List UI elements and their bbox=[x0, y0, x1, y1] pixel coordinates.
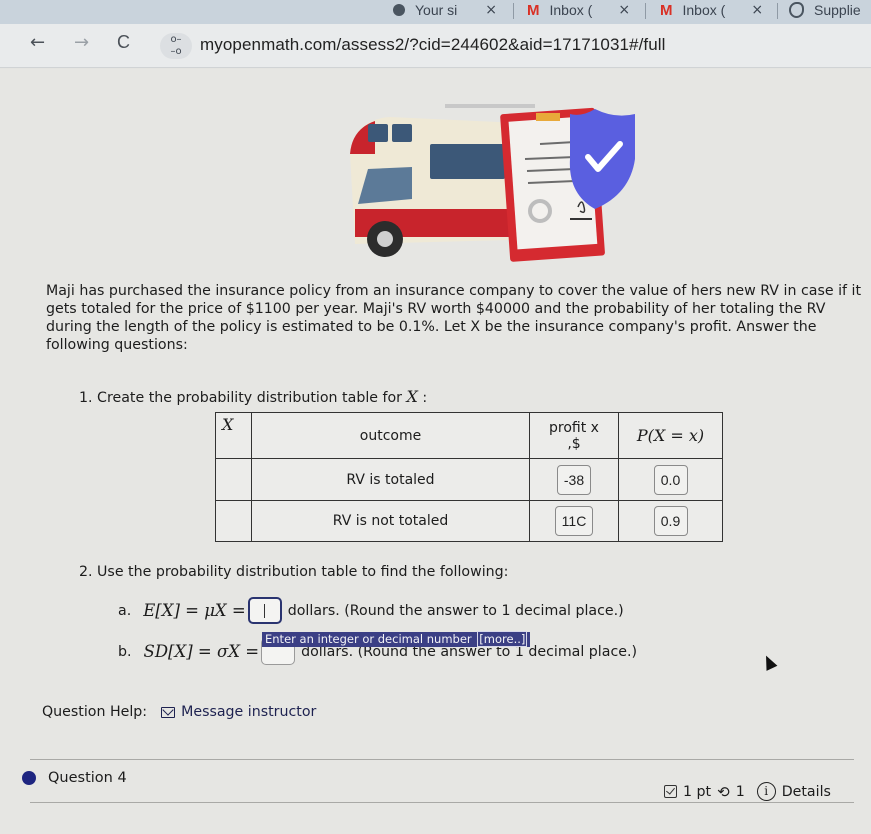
input-hint-tooltip: Enter an integer or decimal number [more… bbox=[262, 631, 531, 647]
std-dev-formula: SD[X] = σX = bbox=[143, 642, 260, 661]
close-icon[interactable]: × bbox=[751, 2, 763, 18]
points-label: 1 pt bbox=[683, 783, 712, 800]
divider bbox=[30, 802, 854, 803]
rv-window bbox=[392, 124, 412, 142]
tab-title: Your si bbox=[415, 2, 458, 18]
shield-icon bbox=[569, 109, 635, 209]
cell-outcome: RV is not totaled bbox=[251, 500, 530, 542]
browser-tab[interactable]: M Inbox ( × bbox=[660, 0, 763, 20]
expected-value-input[interactable] bbox=[247, 597, 282, 624]
info-icon[interactable]: i bbox=[756, 782, 776, 801]
close-icon[interactable]: × bbox=[618, 2, 630, 18]
cell-x bbox=[215, 500, 252, 542]
url-field[interactable]: myopenmath.com/assess2/?cid=244602&aid=1… bbox=[200, 35, 666, 55]
reload-button[interactable]: C bbox=[117, 32, 130, 53]
clipboard-clip bbox=[536, 113, 560, 121]
browser-tab[interactable]: Supplie bbox=[789, 0, 861, 20]
part2a-prefix: a. bbox=[118, 602, 132, 619]
browser-tab[interactable]: M Inbox ( × bbox=[527, 0, 630, 20]
rv-hub bbox=[377, 231, 393, 247]
divider bbox=[30, 759, 854, 760]
rv-insurance-illustration bbox=[350, 104, 635, 262]
attempts-label: 1 bbox=[735, 783, 745, 800]
header-profit-label: profit x bbox=[549, 419, 599, 436]
rv-window bbox=[368, 124, 388, 142]
problem-statement: Maji has purchased the insurance policy … bbox=[46, 283, 862, 353]
back-button[interactable]: ← bbox=[30, 32, 45, 53]
header-outcome: outcome bbox=[251, 412, 530, 459]
tab-title: Supplie bbox=[814, 2, 861, 18]
details-link[interactable]: Details bbox=[782, 784, 831, 800]
checkbox-icon bbox=[664, 785, 677, 798]
header-probability: P(X = x) bbox=[618, 412, 723, 459]
tab-separator bbox=[777, 3, 778, 19]
browser-tab[interactable]: Your si × bbox=[393, 0, 497, 20]
part1-text: 1. Create the probability distribution t… bbox=[79, 390, 403, 406]
part2b-prefix: b. bbox=[118, 643, 132, 660]
assessment-page: Maji has purchased the insurance policy … bbox=[0, 69, 871, 834]
tab-separator bbox=[513, 3, 514, 19]
part1-variable: X bbox=[406, 387, 418, 406]
mouse-cursor-icon bbox=[760, 653, 778, 671]
question-4-header[interactable]: Question 4 bbox=[22, 770, 127, 786]
tab-title: Inbox ( bbox=[549, 2, 593, 18]
header-profit: profit x ,$ bbox=[529, 412, 619, 459]
cell-x bbox=[215, 458, 252, 501]
tab-title: Inbox ( bbox=[682, 2, 726, 18]
question-4-title: Question 4 bbox=[48, 770, 127, 786]
tooltip-text: Enter an integer or decimal number bbox=[265, 632, 472, 646]
message-instructor-link[interactable]: Message instructor bbox=[181, 704, 316, 720]
mail-icon bbox=[161, 706, 176, 718]
tooltip-more-link[interactable]: [more..] bbox=[477, 631, 528, 647]
close-icon[interactable]: × bbox=[485, 2, 497, 18]
question-help: Question Help: Message instructor bbox=[42, 704, 316, 720]
site-info-icon[interactable]: o– –o bbox=[160, 33, 192, 59]
probability-input[interactable]: 0.9 bbox=[653, 506, 688, 536]
table-header-row: X outcome profit x ,$ P(X = x) bbox=[215, 412, 723, 459]
question-status-dot bbox=[22, 771, 36, 785]
expected-value-formula: E[X] = μX = bbox=[143, 601, 246, 620]
cell-probability: 0.9 bbox=[618, 500, 723, 542]
probability-distribution-table: X outcome profit x ,$ P(X = x) RV is tot… bbox=[215, 412, 723, 542]
part1-suffix: : bbox=[417, 390, 428, 406]
part2a: a. E[X] = μX = dollars. (Round the answe… bbox=[118, 597, 624, 624]
globe-icon bbox=[393, 4, 405, 16]
table-row: RV is not totaled 11C 0.9 bbox=[215, 500, 723, 542]
question-help-label: Question Help: bbox=[42, 704, 148, 720]
gmail-icon: M bbox=[660, 1, 673, 19]
question-meta: 1 pt ⟲ 1 i Details bbox=[664, 782, 831, 801]
cell-profit: 11C bbox=[529, 500, 619, 542]
forward-button[interactable]: → bbox=[74, 32, 89, 53]
header-probability-label: P(X = x) bbox=[636, 426, 705, 445]
tab-separator bbox=[645, 3, 646, 19]
browser-tabstrip: Your si × M Inbox ( × M Inbox ( × Suppli… bbox=[0, 0, 871, 24]
header-profit-unit: ,$ bbox=[567, 435, 581, 452]
rv-side-window bbox=[430, 144, 505, 179]
probability-input[interactable]: 0.0 bbox=[653, 464, 688, 495]
header-x: X bbox=[215, 412, 252, 459]
table-row: RV is totaled -38 0.0 bbox=[215, 458, 723, 501]
part2-label: 2. Use the probability distribution tabl… bbox=[79, 564, 509, 580]
cell-profit: -38 bbox=[529, 458, 619, 501]
cell-probability: 0.0 bbox=[618, 458, 723, 501]
part2a-suffix: dollars. (Round the answer to 1 decimal … bbox=[287, 602, 624, 619]
part1-label: 1. Create the probability distribution t… bbox=[79, 387, 427, 406]
supplies-icon bbox=[789, 2, 804, 18]
profit-input[interactable]: -38 bbox=[556, 464, 592, 495]
address-bar: ← → C o– –o myopenmath.com/assess2/?cid=2… bbox=[0, 24, 871, 68]
gmail-icon: M bbox=[527, 1, 540, 19]
roof-rail bbox=[445, 104, 535, 108]
header-x-label: X bbox=[222, 415, 234, 434]
cell-outcome: RV is totaled bbox=[251, 458, 530, 501]
retry-icon: ⟲ bbox=[717, 782, 730, 801]
profit-input[interactable]: 11C bbox=[554, 506, 594, 536]
